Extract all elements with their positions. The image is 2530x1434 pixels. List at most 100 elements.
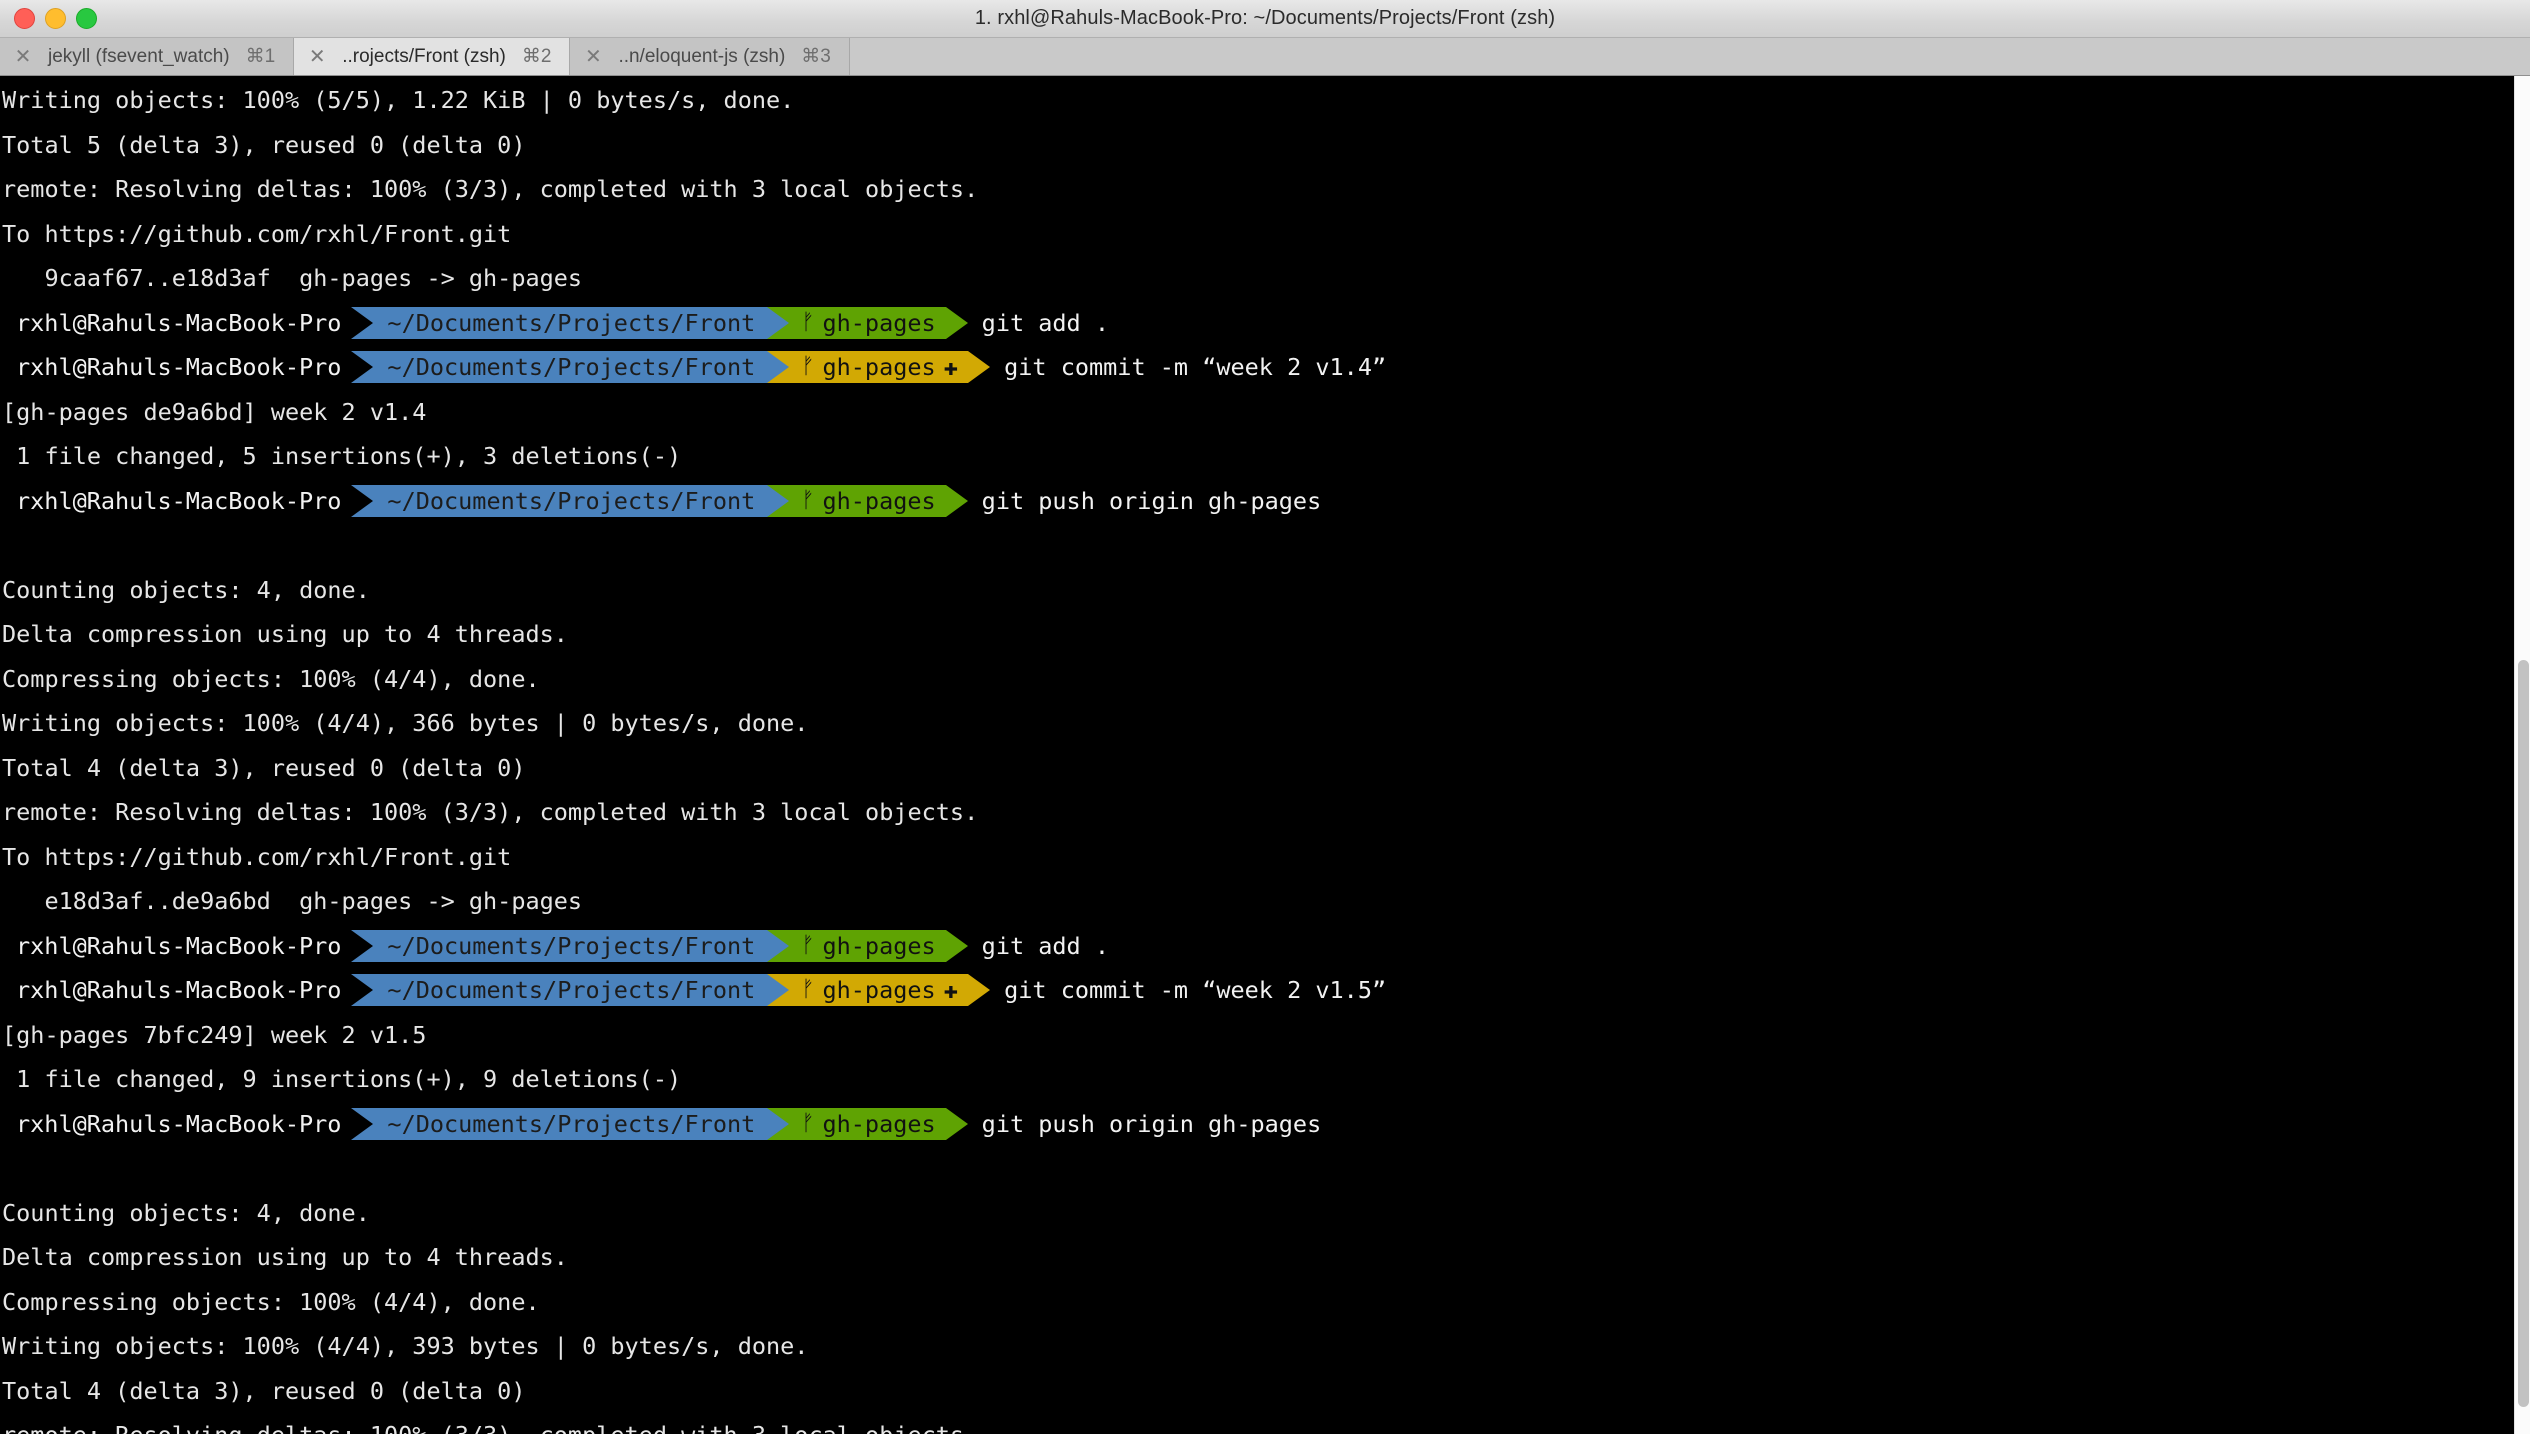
tab-close-icon[interactable]: ✕ xyxy=(308,47,326,67)
tab-label: ..n/eloquent-js (zsh) xyxy=(618,45,786,67)
git-branch-name: gh-pages xyxy=(822,308,936,337)
tab-close-icon[interactable]: ✕ xyxy=(14,47,32,67)
prompt-path: ~/Documents/Projects/Front xyxy=(373,929,768,962)
terminal-window: 1. rxhl@Rahuls-MacBook-Pro: ~/Documents/… xyxy=(0,0,2530,1434)
git-branch-name: gh-pages xyxy=(822,976,936,1005)
terminal-output-line: remote: Resolving deltas: 100% (3/3), co… xyxy=(2,790,2530,835)
tab-bar: ✕ jekyll (fsevent_watch) ⌘1 ✕ ..rojects/Fron… xyxy=(0,38,2530,76)
terminal-output-line: remote: Resolving deltas: 100% (3/3), co… xyxy=(2,1413,2530,1434)
tab-label: jekyll (fsevent_watch) xyxy=(48,45,230,67)
powerline-separator xyxy=(945,306,968,339)
powerline-separator xyxy=(767,1107,790,1140)
tab-2[interactable]: ✕ ..n/eloquent-js (zsh) ⌘3 xyxy=(570,38,850,75)
powerline-separator xyxy=(351,484,374,517)
tab-shortcut: ⌘1 xyxy=(245,46,276,67)
powerline-separator xyxy=(968,974,991,1007)
terminal-prompt-line: rxhl@Rahuls-MacBook-Pro ~/Documents/Proje… xyxy=(2,301,2530,346)
terminal-prompt-line: rxhl@Rahuls-MacBook-Pro ~/Documents/Proje… xyxy=(2,968,2530,1013)
powerline-prompt: rxhl@Rahuls-MacBook-Pro ~/Documents/Proje… xyxy=(2,968,1386,1013)
git-branch-icon: ᚠ xyxy=(801,1110,815,1136)
git-branch-icon: ᚠ xyxy=(801,487,815,513)
scrollbar-thumb[interactable] xyxy=(2518,659,2529,1407)
prompt-git-branch: ᚠ gh-pages xyxy=(789,1107,946,1140)
powerline-separator xyxy=(767,929,790,962)
prompt-command-text[interactable]: git add . xyxy=(968,301,1109,346)
traffic-light-group xyxy=(0,8,97,29)
output-text: Compressing objects: 100% (4/4), done. xyxy=(2,1287,540,1316)
terminal-output-line: Counting objects: 4, done. xyxy=(2,1191,2530,1236)
powerline-separator xyxy=(945,929,968,962)
prompt-command-text[interactable]: git push origin gh-pages xyxy=(968,1102,1322,1147)
output-text: Counting objects: 4, done. xyxy=(2,1198,370,1227)
terminal-output-line: Writing objects: 100% (4/4), 393 bytes |… xyxy=(2,1324,2530,1369)
prompt-command-text[interactable]: git commit -m “week 2 v1.5” xyxy=(990,968,1386,1013)
powerline-separator xyxy=(945,484,968,517)
output-text: [gh-pages 7bfc249] week 2 v1.5 xyxy=(2,1020,427,1049)
terminal-prompt-line: rxhl@Rahuls-MacBook-Pro ~/Documents/Proje… xyxy=(2,479,2530,524)
tab-1[interactable]: ✕ ..rojects/Front (zsh) ⌘2 xyxy=(294,38,571,75)
output-text: Counting objects: 4, done. xyxy=(2,575,370,604)
powerline-separator xyxy=(968,351,991,384)
output-text: remote: Resolving deltas: 100% (3/3), co… xyxy=(2,175,979,203)
minimize-window-button[interactable] xyxy=(45,8,66,29)
powerline-separator xyxy=(767,351,790,384)
powerline-prompt: rxhl@Rahuls-MacBook-Pro ~/Documents/Proje… xyxy=(2,479,1321,524)
git-branch-icon: ᚠ xyxy=(801,977,815,1003)
output-text: 1 file changed, 5 insertions(+), 3 delet… xyxy=(2,442,682,470)
prompt-git-branch: ᚠ gh-pages xyxy=(789,929,946,962)
prompt-path: ~/Documents/Projects/Front xyxy=(373,1107,768,1140)
output-text: Compressing objects: 100% (4/4), done. xyxy=(2,664,540,693)
prompt-command-text[interactable]: git push origin gh-pages xyxy=(968,479,1322,524)
terminal-output-line: Total 4 (delta 3), reused 0 (delta 0) xyxy=(2,746,2530,791)
terminal-output: Writing objects: 100% (5/5), 1.22 KiB | … xyxy=(0,78,2530,1434)
git-dirty-plus-icon: ✚ xyxy=(943,353,959,382)
prompt-path: ~/Documents/Projects/Front xyxy=(373,351,768,384)
terminal-output-line: 1 file changed, 5 insertions(+), 3 delet… xyxy=(2,434,2530,479)
terminal-output-line: Compressing objects: 100% (4/4), done. xyxy=(2,1280,2530,1325)
powerline-separator xyxy=(351,306,374,339)
output-text: [gh-pages de9a6bd] week 2 v1.4 xyxy=(2,397,427,426)
prompt-command-text[interactable]: git add . xyxy=(968,924,1109,969)
terminal-output-line: remote: Resolving deltas: 100% (3/3), co… xyxy=(2,167,2530,212)
terminal-output-line: 9caaf67..e18d3af gh-pages -> gh-pages xyxy=(2,256,2530,301)
terminal-output-line: Counting objects: 4, done. xyxy=(2,568,2530,613)
terminal-output-line: [gh-pages 7bfc249] week 2 v1.5 xyxy=(2,1013,2530,1058)
terminal-output-line: [gh-pages de9a6bd] week 2 v1.4 xyxy=(2,390,2530,435)
git-branch-name: gh-pages xyxy=(822,1109,936,1138)
terminal-content[interactable]: Writing objects: 100% (5/5), 1.22 KiB | … xyxy=(0,76,2530,1434)
output-text: Delta compression using up to 4 threads. xyxy=(2,1243,568,1271)
tab-shortcut: ⌘3 xyxy=(801,46,831,67)
tab-shortcut: ⌘2 xyxy=(521,46,552,67)
powerline-separator xyxy=(767,484,790,517)
prompt-command-text[interactable]: git commit -m “week 2 v1.4” xyxy=(990,345,1386,390)
powerline-separator xyxy=(351,929,374,962)
terminal-output-line: Writing objects: 100% (5/5), 1.22 KiB | … xyxy=(2,78,2530,123)
prompt-git-branch: ᚠ gh-pages ✚ xyxy=(789,974,969,1007)
close-window-button[interactable] xyxy=(14,8,35,29)
terminal-output-line: Total 4 (delta 3), reused 0 (delta 0) xyxy=(2,1369,2530,1414)
output-text: Total 4 (delta 3), reused 0 (delta 0) xyxy=(2,1376,526,1405)
tab-close-icon[interactable]: ✕ xyxy=(584,47,602,67)
git-branch-icon: ᚠ xyxy=(801,932,815,958)
prompt-path: ~/Documents/Projects/Front xyxy=(373,484,768,517)
output-text: e18d3af..de9a6bd gh-pages -> gh-pages xyxy=(2,887,583,915)
output-text: Writing objects: 100% (5/5), 1.22 KiB | … xyxy=(2,86,795,114)
terminal-output-line: 1 file changed, 9 insertions(+), 9 delet… xyxy=(2,1057,2530,1102)
output-text: 9caaf67..e18d3af gh-pages -> gh-pages xyxy=(2,264,583,292)
terminal-scrollbar[interactable] xyxy=(2514,76,2530,1434)
window-titlebar: 1. rxhl@Rahuls-MacBook-Pro: ~/Documents/… xyxy=(0,0,2530,38)
prompt-git-branch: ᚠ gh-pages ✚ xyxy=(789,351,969,384)
zoom-window-button[interactable] xyxy=(76,8,97,29)
output-text: 1 file changed, 9 insertions(+), 9 delet… xyxy=(2,1065,682,1093)
powerline-prompt: rxhl@Rahuls-MacBook-Pro ~/Documents/Proje… xyxy=(2,924,1109,969)
git-branch-icon: ᚠ xyxy=(801,309,815,335)
terminal-output-line: To https://github.com/rxhl/Front.git xyxy=(2,835,2530,880)
tab-label: ..rojects/Front (zsh) xyxy=(342,45,506,67)
git-branch-icon: ᚠ xyxy=(801,354,815,380)
prompt-path: ~/Documents/Projects/Front xyxy=(373,306,768,339)
tab-0[interactable]: ✕ jekyll (fsevent_watch) ⌘1 xyxy=(0,38,295,75)
terminal-output-line: Delta compression using up to 4 threads. xyxy=(2,1235,2530,1280)
output-text: Delta compression using up to 4 threads. xyxy=(2,620,568,648)
terminal-output-line: Writing objects: 100% (4/4), 366 bytes |… xyxy=(2,701,2530,746)
git-branch-name: gh-pages xyxy=(822,931,936,960)
